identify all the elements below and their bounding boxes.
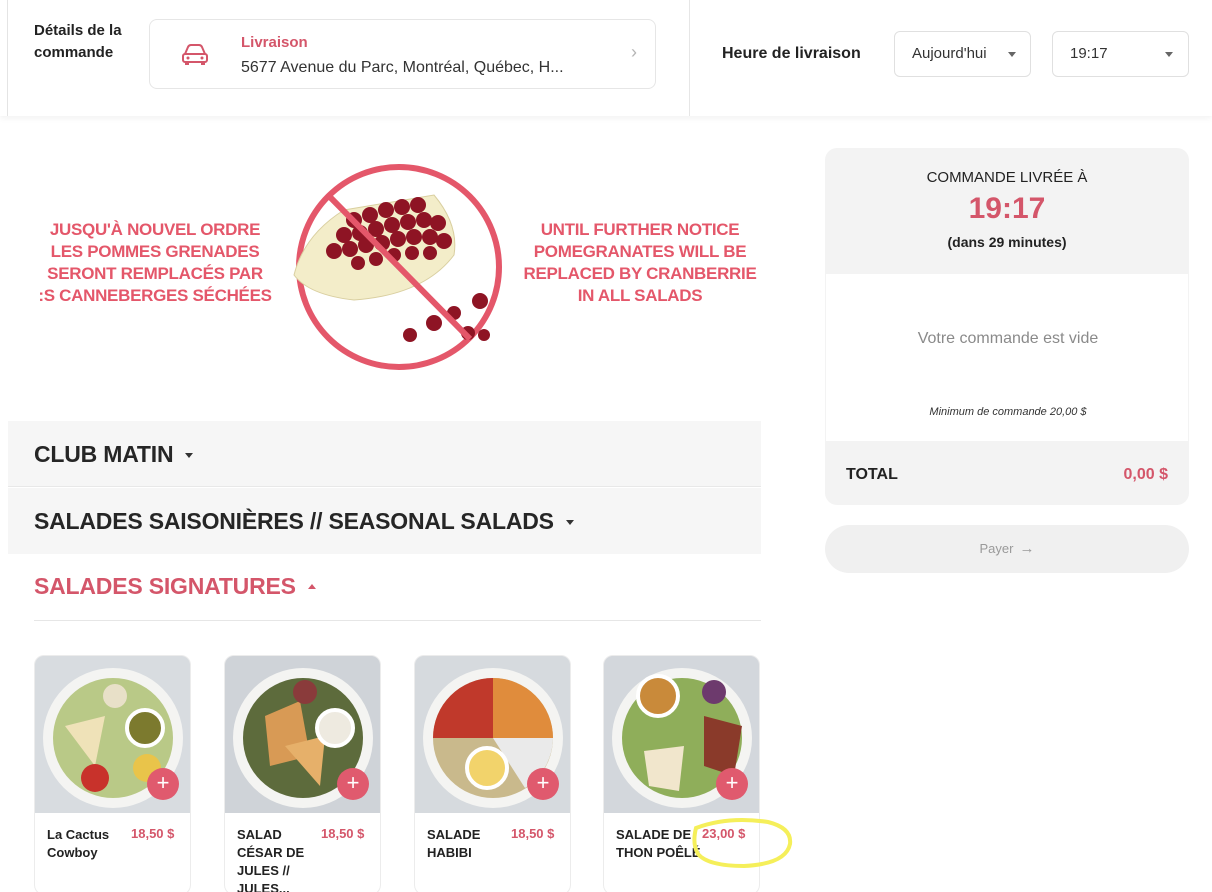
left-divider <box>7 0 8 116</box>
product-card[interactable]: + La Cactus Cowboy 18,50 $ <box>34 655 191 892</box>
category-label: CLUB MATIN <box>34 441 174 467</box>
delivery-time: 19:17 <box>968 192 1046 225</box>
minimum-order-note: Minimum de commande 20,00 $ <box>929 406 1087 418</box>
top-bar: Détails de la commande Livraison 5677 Av… <box>0 0 1212 116</box>
chevron-right-icon: › <box>631 42 637 62</box>
product-card[interactable]: + SALADE HABIBI 18,50 $ <box>414 655 571 892</box>
banner-text-fr: JUSQU'À NOUVEL ORDRE LES POMMES GRENADES… <box>38 220 272 305</box>
caret-down-icon <box>185 453 194 458</box>
pay-button[interactable]: Payer → <box>825 525 1189 573</box>
section-divider <box>34 620 761 621</box>
arrow-right-icon: → <box>1019 540 1035 557</box>
category-club-matin[interactable]: CLUB MATIN <box>8 421 761 487</box>
delivery-address: 5677 Avenue du Parc, Montréal, Québec, H… <box>241 59 564 76</box>
category-seasonal-salads[interactable]: SALADES SAISONIÈRES // SEASONAL SALADS <box>8 488 761 554</box>
add-to-cart-button[interactable]: + <box>147 768 179 800</box>
caret-down-icon <box>565 520 574 525</box>
time-select-value: 19:17 <box>1070 45 1108 62</box>
delivery-eta: (dans 29 minutes) <box>947 234 1067 250</box>
delivery-time-label: Heure de livraison <box>722 45 861 62</box>
caret-down-icon <box>1008 52 1016 57</box>
product-price: 18,50 $ <box>511 826 555 841</box>
category-label: SALADES SAISONIÈRES // SEASONAL SALADS <box>34 508 554 534</box>
notice-banner: JUSQU'À NOUVEL ORDRE LES POMMES GRENADES… <box>20 155 760 395</box>
add-to-cart-button[interactable]: + <box>337 768 369 800</box>
product-price: 18,50 $ <box>131 826 175 841</box>
order-details-label: Détails de la commande <box>34 22 122 61</box>
order-summary-panel: COMMANDE LIVRÉE À 19:17 (dans 29 minutes… <box>825 148 1189 505</box>
total-label: TOTAL <box>846 466 898 483</box>
summary-header: COMMANDE LIVRÉE À 19:17 (dans 29 minutes… <box>825 148 1189 274</box>
empty-cart-message: Votre commande est vide <box>917 330 1099 347</box>
product-name: SALADE HABIBI <box>427 827 481 860</box>
day-select[interactable]: Aujourd'hui <box>894 31 1031 77</box>
caret-up-icon <box>307 584 316 589</box>
add-to-cart-button[interactable]: + <box>716 768 748 800</box>
product-name: SALAD CÉSAR DE JULES // JULES... <box>237 827 305 892</box>
product-name: La Cactus Cowboy <box>47 827 110 860</box>
delivery-mode: Livraison <box>241 34 308 51</box>
header-divider <box>689 0 690 116</box>
product-card[interactable]: + SALAD CÉSAR DE JULES // JULES... 18,50… <box>224 655 381 892</box>
delivery-address-card[interactable]: Livraison 5677 Avenue du Parc, Montréal,… <box>149 19 656 89</box>
caret-down-icon <box>1165 52 1173 57</box>
highlight-annotation <box>692 818 793 869</box>
day-select-value: Aujourd'hui <box>912 45 987 62</box>
category-signature-salads[interactable]: SALADES SIGNATURES <box>34 573 316 600</box>
pay-label: Payer <box>979 541 1014 556</box>
car-icon <box>182 44 208 65</box>
time-select[interactable]: 19:17 <box>1052 31 1189 77</box>
no-pomegranate-icon <box>293 164 502 370</box>
banner-text-en: UNTIL FURTHER NOTICE POMEGRANATES WILL B… <box>523 220 757 305</box>
delivered-at-label: COMMANDE LIVRÉE À <box>926 169 1088 186</box>
category-label: SALADES SIGNATURES <box>34 573 296 599</box>
total-value: 0,00 $ <box>1123 466 1168 483</box>
cart-body: Votre commande est vide Minimum de comma… <box>825 274 1189 441</box>
product-price: 18,50 $ <box>321 826 365 841</box>
add-to-cart-button[interactable]: + <box>527 768 559 800</box>
